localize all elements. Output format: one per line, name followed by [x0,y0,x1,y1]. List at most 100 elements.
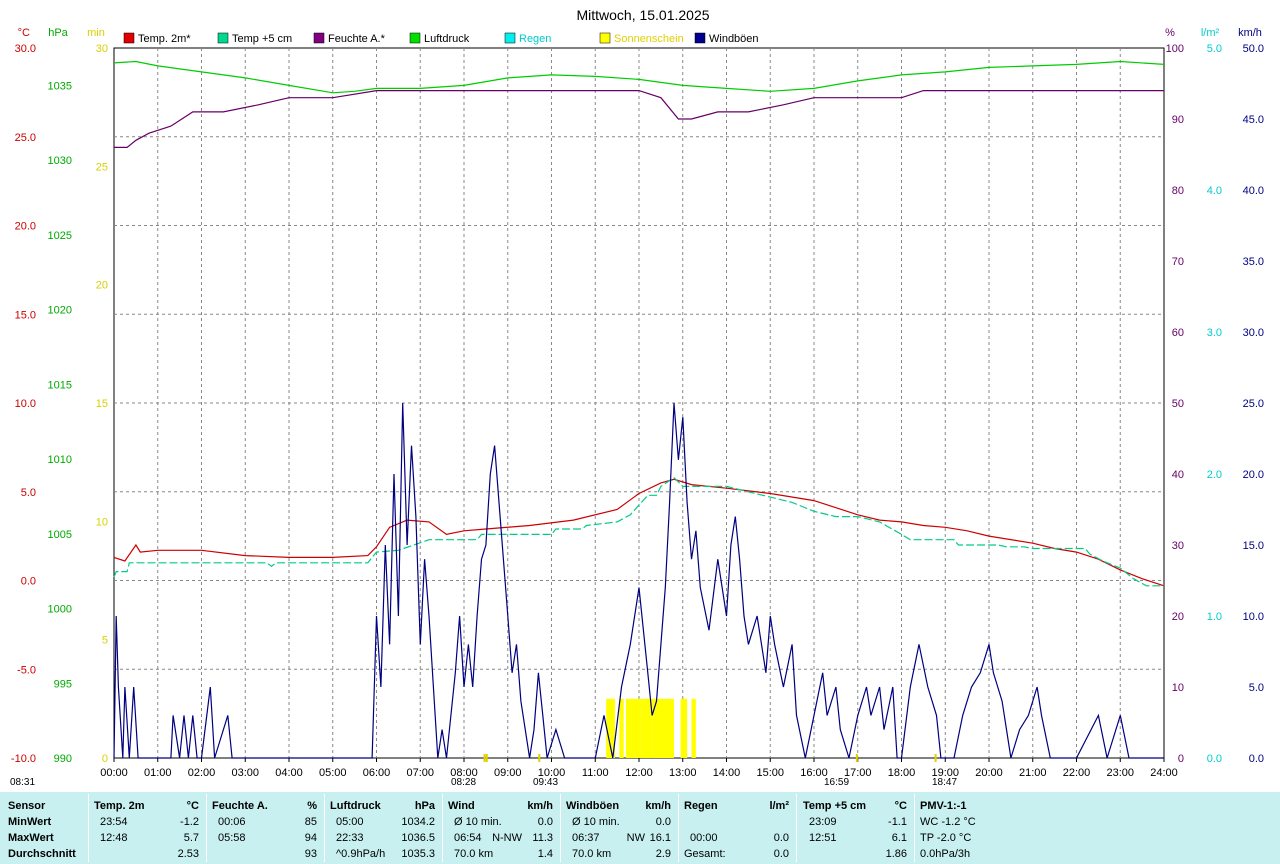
stat-humidity-time: 05:58 [218,832,246,844]
stat-header-humidity-unit: % [307,800,317,812]
stat-temp5-value: 6.1 [891,832,907,844]
legend-swatch [504,32,516,44]
weather-chart: Mittwoch, 15.01.2025 30.0 25.0 20.0 15.0 10.… [11,7,1264,779]
humidity-tick-label: 70 [1172,256,1184,268]
stat-column-separator [914,794,915,862]
stat-humidity-value: 93 [304,848,317,860]
stat-header-temp5-unit: °C [894,800,907,812]
humidity-tick-label: 100 [1166,43,1184,55]
x-tick-label: 01:00 [144,767,172,779]
humidity-tick-label: 10 [1172,682,1184,694]
sun-tick-label: 25 [96,161,108,173]
rain-tick-label: 2.0 [1207,469,1222,481]
wind-tick-label: 30.0 [1243,327,1264,339]
x-tick-label: 06:00 [363,767,391,779]
series-temp-2m [113,478,1165,587]
pressure-tick-label: 1030 [48,155,72,167]
pressure-tick-label: 990 [54,753,72,765]
stat-gust-value: 2.9 [655,848,671,860]
temp-tick-label: 20.0 [15,221,36,233]
temp-tick-label: -5.0 [17,664,36,676]
stat-header-sensor: Sensor [8,800,46,812]
stat-column-separator [442,794,443,862]
legend-swatch [313,32,325,44]
stat-header-gust: Windböen [566,800,620,812]
x-tick-label: 00:00 [100,767,128,779]
pressure-tick-label: 1025 [48,230,72,242]
stat-pressure-time: ^0.9hPa/h [336,848,386,860]
stat-pmv-value: WC -1.2 °C [920,816,976,828]
x-tick-label: 15:00 [756,767,784,779]
stat-gust-time: Ø 10 min. [572,816,620,828]
temp-tick-label: 0.0 [21,576,36,588]
sun-tick-label: 0 [102,753,108,765]
stat-header-wind-unit: km/h [527,800,553,812]
x-tick-label: 03:00 [231,767,259,779]
legend-label: Temp. 2m* [138,33,191,45]
stat-rain-value: 0.0 [773,848,789,860]
stat-rain-value: 0.0 [773,832,789,844]
stat-gust-value: 16.1 [649,832,671,844]
humidity-tick-label: 60 [1172,327,1184,339]
sunshine-bar [691,698,696,758]
x-tick-label: 22:00 [1063,767,1091,779]
x-tick-label: 05:00 [319,767,347,779]
stat-wind-value: 0.0 [537,816,553,828]
x-tick-label: 23:00 [1106,767,1134,779]
sunshine-bar [652,698,674,758]
pressure-tick-label: 1005 [48,529,72,541]
stat-column-separator [324,794,325,862]
rain-tick-label: 3.0 [1207,327,1222,339]
stat-header-humidity: Feuchte A. [212,800,268,812]
legend-swatch [123,32,135,44]
x-tick-label: 21:00 [1019,767,1047,779]
stat-pmv-value: 0.0hPa/3h [920,848,971,860]
pressure-tick-label: 995 [54,678,72,690]
stat-wind-value: 1.4 [537,848,553,860]
temp-tick-label: 15.0 [15,309,36,321]
temp-tick-label: -10.0 [11,753,36,765]
wind-tick-label: 15.0 [1243,540,1264,552]
stat-pressure-value: 1035.3 [401,848,435,860]
rain-tick-label: 1.0 [1207,611,1222,623]
pressure-tick-label: 1010 [48,454,72,466]
stat-temp5-value: -1.1 [888,816,907,828]
sun-unit-label: min [87,27,105,39]
stat-wind-time: 70.0 km [454,848,494,860]
stat-humidity-time: 00:06 [218,816,246,828]
stat-gust-time: 70.0 km [572,848,612,860]
stat-row-label: Durchschnitt [8,848,76,860]
temp-tick-label: 5.0 [21,487,36,499]
legend-label: Windböen [709,33,759,45]
wind-tick-label: 0.0 [1249,753,1264,765]
stat-wind-time: 06:54 [454,832,482,844]
stat-header-rain: Regen [684,800,718,812]
stat-gust-time: 06:37 [572,832,600,844]
stat-pressure-time: 22:33 [336,832,364,844]
legend: Temp. 2m* Temp +5 cm Feuchte A.* Luftdruck R… [123,32,759,45]
stat-rain-time: Gesamt: [684,848,726,860]
stat-header-temp-unit: °C [186,800,199,812]
rain-unit-label: l/m² [1201,27,1220,39]
x-tick-label: 02:00 [188,767,216,779]
legend-swatch [599,32,611,44]
stat-pressure-value: 1036.5 [401,832,435,844]
sun-event-label: 16:59 [824,777,850,788]
stat-gust-direction: NW [626,832,645,844]
x-tick-label: 12:00 [625,767,653,779]
temp-tick-label: 10.0 [15,398,36,410]
stat-header-temp: Temp. 2m [94,800,145,812]
stat-humidity-value: 85 [304,816,317,828]
legend-swatch [217,32,229,44]
humidity-tick-label: 40 [1172,469,1184,481]
wind-tick-label: 10.0 [1243,611,1264,623]
wind-tick-label: 25.0 [1243,398,1264,410]
pressure-unit-label: hPa [48,27,68,39]
wind-tick-label: 40.0 [1243,185,1264,197]
humidity-tick-label: 0 [1178,753,1184,765]
stat-rain-time: 00:00 [690,832,718,844]
pressure-tick-label: 1000 [48,604,72,616]
temp-unit-label: °C [18,27,30,39]
x-tick-label: 07:00 [406,767,434,779]
stat-column-separator [560,794,561,862]
